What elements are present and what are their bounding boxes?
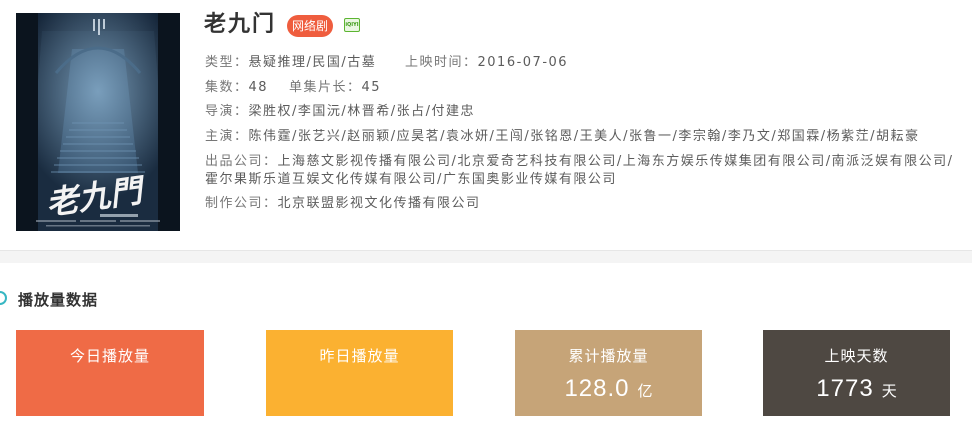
director-row: 导演：梁胜权/李国沅/林晋希/张占/付建忠: [205, 103, 475, 121]
stat-card-total: 累计播放量 128.0 亿: [515, 330, 702, 416]
cast-row: 主演：陈伟霆/张艺兴/赵丽颖/应昊茗/袁冰妍/王闯/张铭恩/王美人/张鲁一/李宗…: [205, 128, 919, 146]
cast-value: 陈伟霆/张艺兴/赵丽颖/应昊茗/袁冰妍/王闯/张铭恩/王美人/张鲁一/李宗翰/李…: [248, 129, 920, 144]
stat-label: 昨日播放量: [319, 347, 400, 365]
stat-value-row: 1773 天: [763, 374, 950, 406]
show-info: 类型：悬疑推理/民国/古墓 上映时间：2016-07-06 集数：48 单集片长…: [205, 0, 967, 240]
stat-value: 1773: [816, 375, 874, 402]
episodes-row: 集数：48: [205, 79, 268, 97]
producer-value: 上海慈文影视传播有限公司/北京爱奇艺科技有限公司/上海东方娱乐传媒集团有限公司/…: [277, 154, 954, 169]
production-company-value: 北京联盟影视文化传播有限公司: [277, 196, 481, 211]
genre-row: 类型：悬疑推理/民国/古墓: [205, 54, 376, 72]
stat-value-row: 128.0 亿: [515, 374, 702, 406]
production-company-label: 制作公司：: [205, 196, 278, 211]
stat-card-yesterday: 昨日播放量: [266, 330, 453, 416]
episode-length-value: 45: [361, 80, 382, 95]
poster-image[interactable]: 老九門: [16, 13, 180, 231]
producer-row: 出品公司：上海慈文影视传播有限公司/北京爱奇艺科技有限公司/上海东方娱乐传媒集团…: [205, 153, 954, 171]
circle-icon: [0, 291, 7, 305]
production-company-row: 制作公司：北京联盟影视文化传播有限公司: [205, 195, 481, 213]
poster-artwork: 老九門: [16, 13, 180, 231]
stat-card-days: 上映天数 1773 天: [763, 330, 950, 416]
director-label: 导演：: [205, 104, 249, 119]
producer-label: 出品公司：: [205, 154, 278, 169]
release-date-value: 2016-07-06: [477, 55, 569, 70]
episodes-label: 集数：: [205, 80, 249, 95]
release-date-row: 上映时间：2016-07-06: [405, 54, 568, 72]
cast-label: 主演：: [205, 129, 249, 144]
genre-value: 悬疑推理/民国/古墓: [248, 55, 377, 70]
director-value: 梁胜权/李国沅/林晋希/张占/付建忠: [248, 104, 476, 119]
episode-length-label: 单集片长：: [289, 80, 362, 95]
page: 老九門 老九门 网络剧 iQIYI 类型：悬疑推理/民国/古墓 上映时间：201…: [0, 0, 972, 427]
stat-value: 128.0: [564, 375, 630, 402]
producer-row-continued: 霍尔果斯乐道互娱文化传媒有限公司/广东国奥影业传媒有限公司: [205, 171, 617, 189]
stat-card-today: 今日播放量: [16, 330, 204, 416]
stat-unit: 亿: [637, 382, 653, 400]
section-title: 播放量数据: [18, 291, 99, 309]
release-date-label: 上映时间：: [405, 55, 478, 70]
episodes-value: 48: [248, 80, 269, 95]
section-divider: [0, 250, 972, 263]
stat-label: 累计播放量: [568, 347, 649, 365]
producer-value-continued: 霍尔果斯乐道互娱文化传媒有限公司/广东国奥影业传媒有限公司: [205, 172, 617, 187]
stat-label: 今日播放量: [69, 347, 150, 365]
stat-unit: 天: [881, 382, 897, 400]
stat-label: 上映天数: [824, 347, 889, 365]
genre-label: 类型：: [205, 55, 249, 70]
episode-length-row: 单集片长：45: [289, 79, 381, 97]
